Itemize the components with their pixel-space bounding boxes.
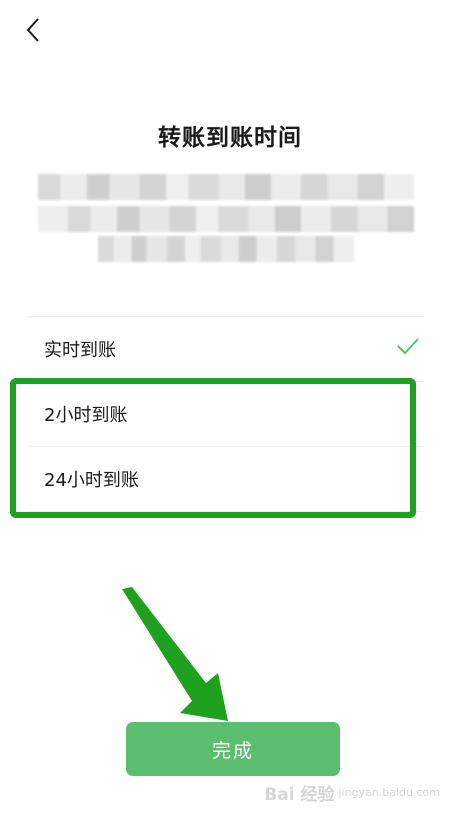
option-2-hours[interactable]: 2小时到账	[28, 382, 424, 446]
back-button[interactable]	[18, 14, 48, 46]
baidu-watermark: Bai 经验 jingyan.baidu.com	[264, 780, 440, 805]
option-label: 24小时到账	[44, 470, 139, 491]
arrow-annotation-icon	[122, 587, 228, 721]
chevron-left-icon	[26, 18, 39, 42]
checkmark-icon	[396, 337, 420, 359]
blurred-description	[38, 170, 414, 266]
page-title: 转账到账时间	[158, 125, 302, 151]
option-realtime[interactable]: 实时到账	[28, 317, 424, 381]
option-24-hours[interactable]: 24小时到账	[28, 447, 424, 511]
divider	[28, 511, 424, 512]
option-label: 实时到账	[44, 340, 116, 361]
done-button[interactable]: 完成	[126, 722, 340, 776]
option-label: 2小时到账	[44, 405, 128, 426]
watermark-sub: jingyan.baidu.com	[338, 786, 440, 799]
watermark-main: Bai 经验	[264, 785, 335, 805]
